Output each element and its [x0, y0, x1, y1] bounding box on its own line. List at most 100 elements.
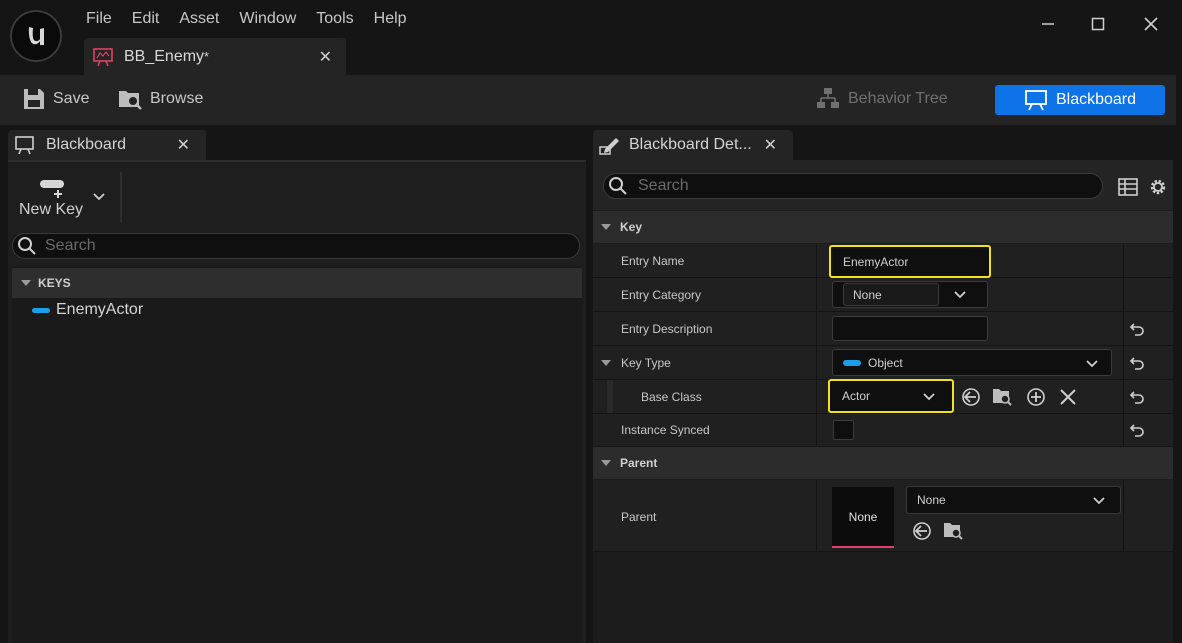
collapse-arrow-icon [601, 224, 611, 230]
object-type-pill-icon [32, 307, 50, 313]
base-class-row: Base Class Actor [593, 379, 1173, 414]
parent-category-label: Parent [620, 456, 658, 470]
entry-description-row: Entry Description [593, 312, 1173, 346]
browse-button[interactable]: Browse [117, 87, 203, 111]
close-icon [1144, 17, 1158, 31]
reset-to-default-icon[interactable] [1129, 355, 1145, 371]
key-type-label: Key Type [621, 356, 671, 370]
entry-category-text[interactable]: None [843, 283, 939, 306]
blackboard-panel-close-button[interactable]: ✕ [177, 135, 190, 155]
key-category-header[interactable]: Key [593, 211, 1173, 243]
add-plus-icon[interactable] [1026, 387, 1046, 407]
chevron-down-icon [954, 290, 966, 298]
menu-file[interactable]: File [86, 8, 122, 28]
keys-search-input[interactable]: Search [12, 233, 580, 259]
reset-to-default-icon[interactable] [1129, 321, 1145, 337]
chevron-down-icon [1093, 497, 1105, 505]
entry-category-label: Entry Category [621, 288, 702, 302]
instance-synced-checkbox[interactable] [833, 420, 854, 440]
parent-category-header[interactable]: Parent [593, 447, 1173, 479]
collapse-arrow-icon[interactable] [600, 358, 612, 368]
chevron-down-icon [1086, 360, 1098, 368]
new-key-label: New Key [19, 201, 84, 218]
reset-to-default-icon[interactable] [1129, 389, 1145, 405]
browse-folder-icon[interactable] [992, 386, 1012, 406]
details-search-input[interactable]: Search [603, 173, 1103, 199]
instance-synced-label: Instance Synced [621, 423, 710, 437]
object-type-pill-icon [843, 359, 861, 366]
details-panel-close-button[interactable]: ✕ [764, 135, 777, 155]
reset-to-default-icon[interactable] [1129, 422, 1145, 438]
settings-gear-icon[interactable] [1148, 177, 1168, 197]
entry-description-field[interactable] [832, 316, 988, 341]
browse-label: Browse [150, 90, 204, 107]
unreal-logo[interactable] [10, 10, 62, 62]
entry-description-label: Entry Description [621, 322, 713, 336]
menu-asset[interactable]: Asset [179, 8, 229, 28]
menu-help[interactable]: Help [374, 8, 417, 28]
parent-asset-combo[interactable]: None [906, 486, 1121, 514]
entry-name-value: EnemyActor [843, 254, 909, 269]
clear-x-icon[interactable] [1058, 387, 1078, 407]
key-name: EnemyActor [56, 301, 144, 318]
toolbar-divider [120, 172, 122, 222]
base-class-combo[interactable]: Actor [828, 379, 954, 413]
details-panel-title: Blackboard Det... [629, 136, 752, 153]
entry-name-label: Entry Name [621, 254, 685, 268]
blackboard-icon [15, 136, 34, 155]
use-selected-arrow-icon[interactable] [961, 387, 981, 407]
keys-section-header[interactable]: KEYS [12, 268, 582, 298]
document-tab[interactable]: BB_Enemy* ✕ [84, 38, 346, 75]
chevron-down-icon [93, 193, 105, 201]
parent-row: Parent None None [593, 480, 1173, 552]
blackboard-panel-tab[interactable]: Blackboard ✕ [8, 130, 206, 160]
browse-folder-icon[interactable] [943, 520, 963, 540]
entry-name-field[interactable]: EnemyActor [829, 245, 991, 278]
behavior-tree-mode-button[interactable]: Behavior Tree [816, 87, 948, 111]
base-class-value: Actor [842, 389, 871, 403]
menu-bar: File Edit Asset Window Tools Help [86, 8, 427, 28]
menu-edit[interactable]: Edit [132, 8, 170, 28]
parent-label: Parent [621, 510, 657, 524]
maximize-button[interactable] [1083, 10, 1113, 38]
search-icon [609, 177, 627, 195]
parent-asset-thumbnail[interactable]: None [832, 487, 894, 548]
window-edge [1176, 40, 1182, 643]
menu-tools[interactable]: Tools [316, 8, 363, 28]
document-tab-title: BB_Enemy* [124, 47, 210, 65]
minimize-button[interactable] [1033, 10, 1063, 38]
keys-section-label: KEYS [38, 276, 71, 290]
document-tab-close-button[interactable]: ✕ [319, 47, 332, 67]
details-panel-tab[interactable]: Blackboard Det... ✕ [593, 130, 793, 160]
menu-window[interactable]: Window [239, 8, 306, 28]
save-button[interactable]: Save [22, 87, 89, 111]
save-label: Save [53, 90, 90, 107]
property-matrix-icon[interactable] [1118, 178, 1138, 196]
entry-category-combo[interactable]: None [832, 281, 988, 308]
collapse-arrow-icon [601, 460, 611, 466]
parent-thumbnail-label: None [848, 509, 878, 524]
collapse-arrow-icon [21, 280, 31, 286]
key-type-combo[interactable]: Object [832, 349, 1112, 376]
key-type-value: Object [868, 355, 903, 370]
behavior-tree-label: Behavior Tree [848, 90, 948, 107]
close-window-button[interactable] [1136, 10, 1166, 38]
new-key-icon [40, 180, 64, 198]
key-category-label: Key [620, 220, 643, 234]
blackboard-asset-icon [93, 47, 113, 66]
use-selected-arrow-icon[interactable] [912, 521, 932, 541]
list-item[interactable]: EnemyActor [32, 301, 143, 319]
blackboard-mode-label: Blackboard [1055, 91, 1137, 108]
entry-category-row: Entry Category None [593, 278, 1173, 312]
minimize-icon [1042, 23, 1054, 25]
details-pencil-icon [599, 138, 619, 155]
indent-guide [607, 380, 613, 413]
blackboard-mode-button[interactable]: Blackboard [995, 85, 1165, 115]
parent-value: None [917, 493, 946, 507]
maximize-icon [1091, 17, 1105, 31]
search-icon [18, 237, 36, 255]
entry-category-value: None [853, 287, 882, 302]
panel-splitter[interactable] [586, 125, 593, 643]
keys-list [12, 266, 582, 643]
key-type-row: Key Type Object [593, 346, 1173, 380]
